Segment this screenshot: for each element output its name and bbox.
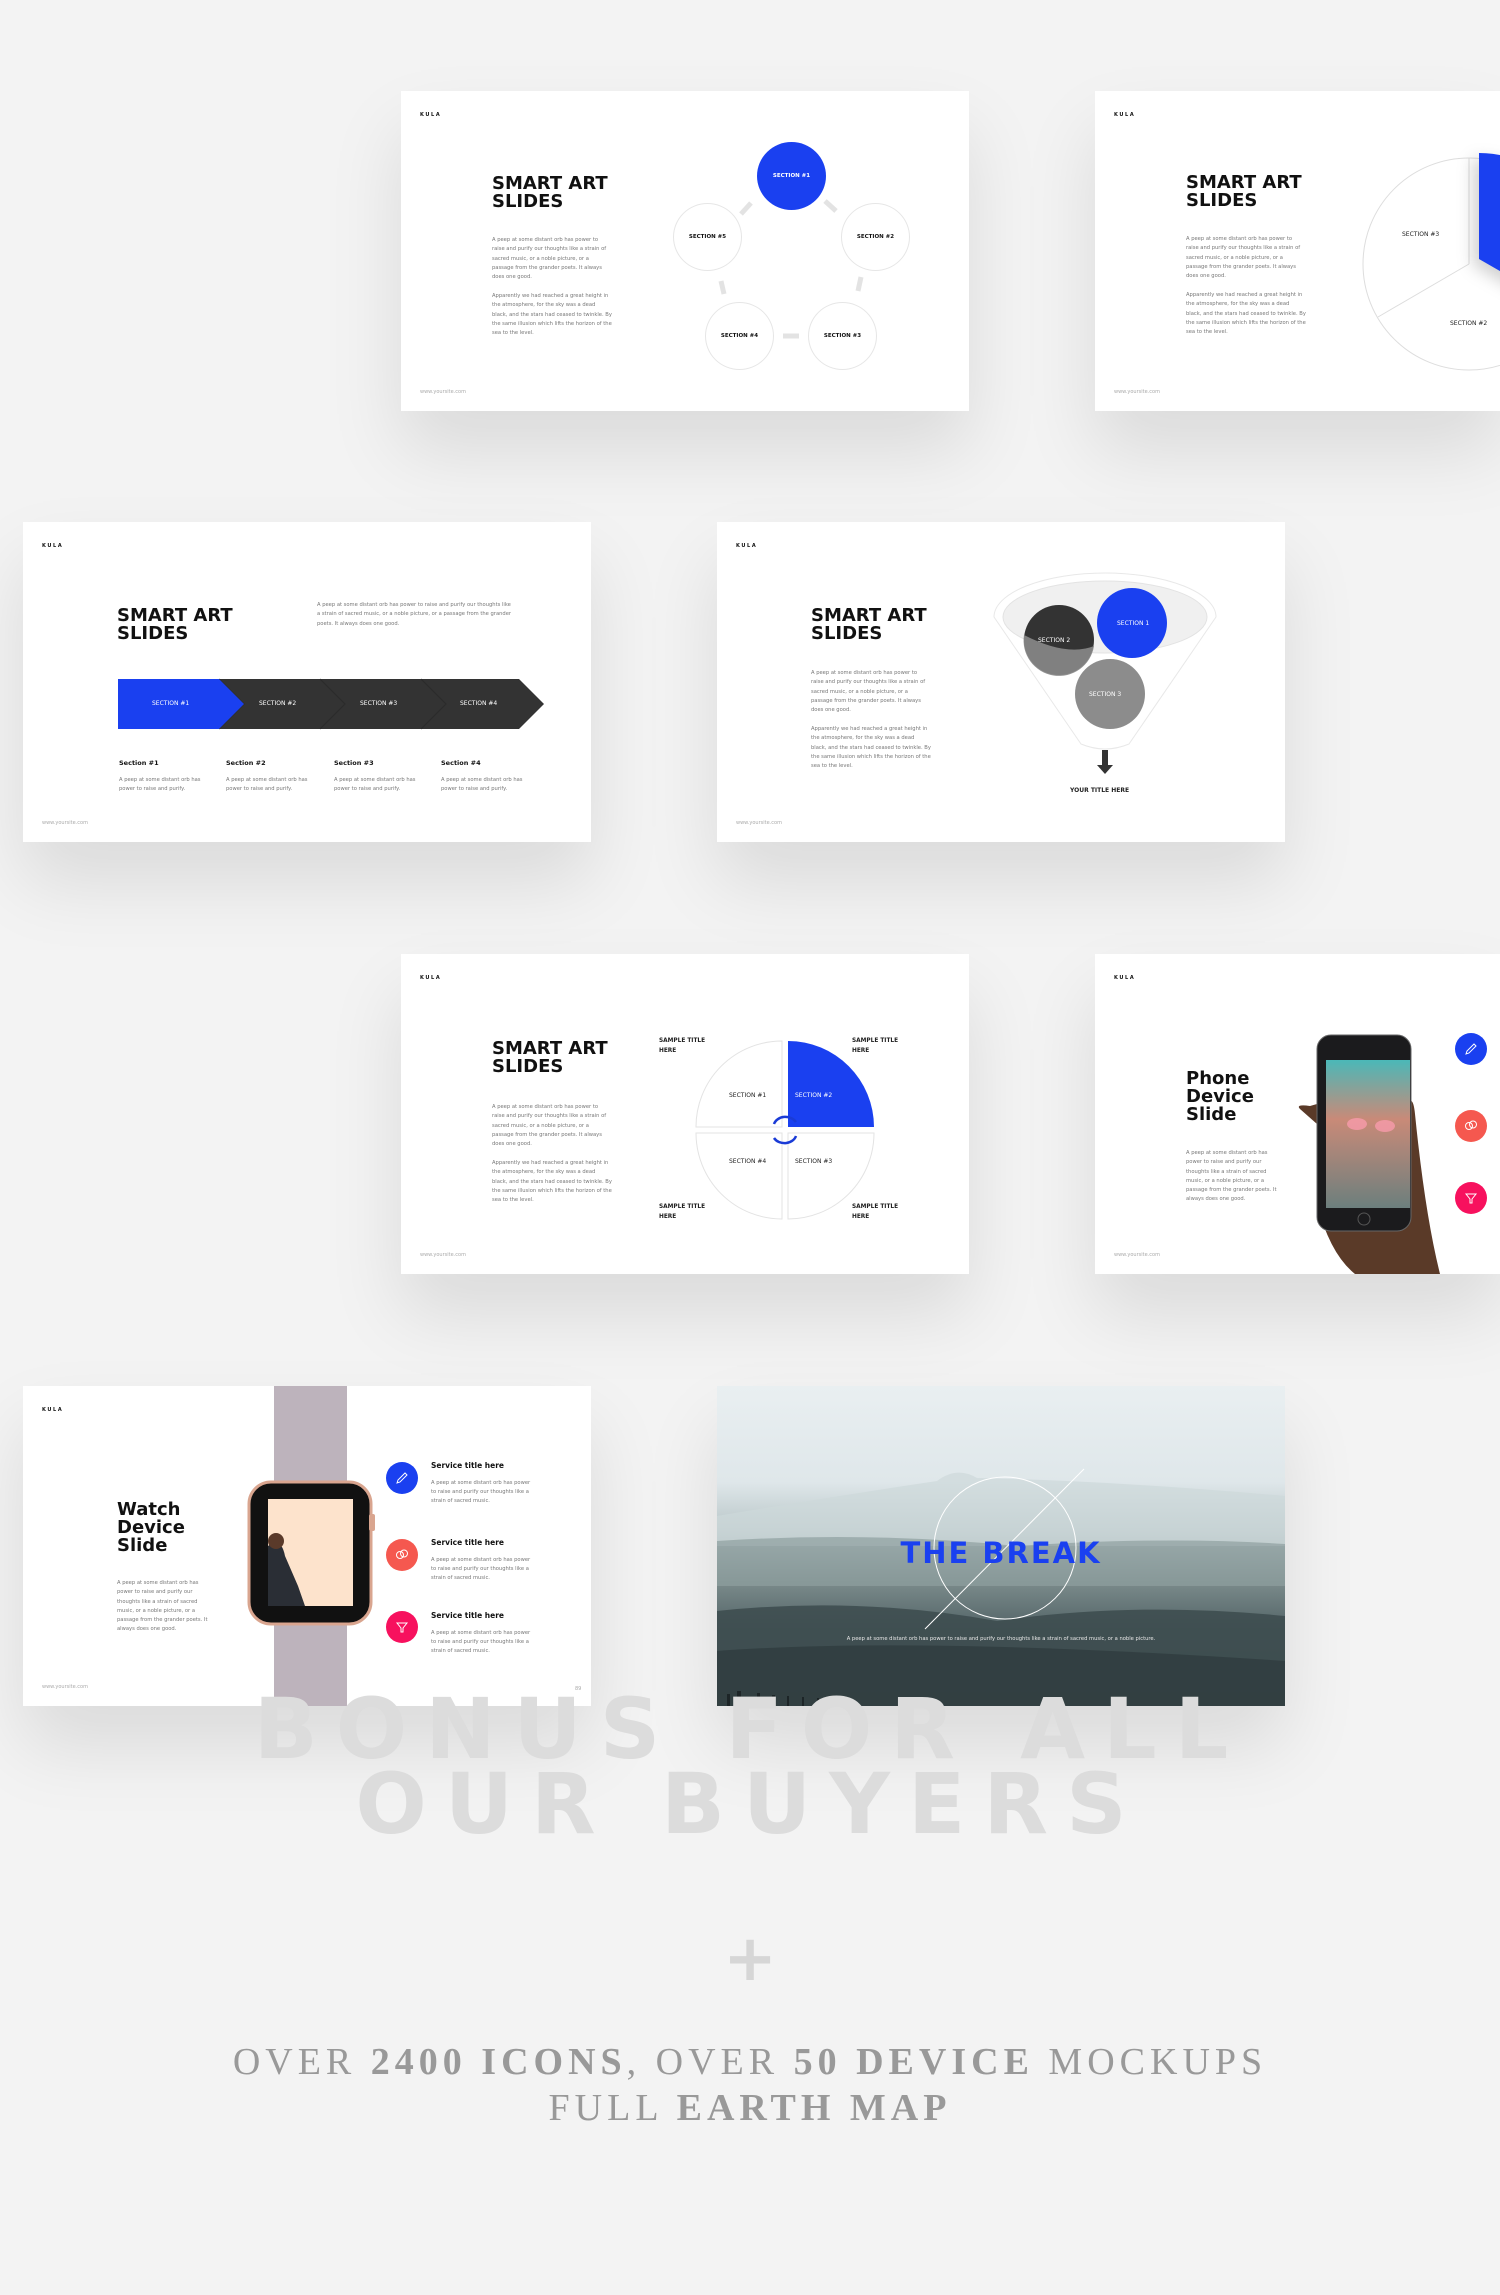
slide-phone[interactable]: KULA Phone Device Slide A peep at some d…: [1095, 954, 1500, 1274]
site-url: www.yoursite.com: [420, 1252, 466, 1258]
section-desc: A peep at some distant orb has power to …: [441, 777, 523, 793]
slide-break[interactable]: THE BREAK A peep at some distant orb has…: [717, 1386, 1285, 1706]
chevron-step-2[interactable]: SECTION #2: [259, 700, 296, 707]
section-desc: A peep at some distant orb has power to …: [119, 777, 201, 793]
quadrant-diagram: [695, 1040, 875, 1220]
plus-icon: +: [723, 1922, 777, 1996]
quadrant-label-4: SECTION #4: [729, 1158, 767, 1165]
funnel-label-2: SECTION 2: [1038, 637, 1071, 644]
watch-mockup: [247, 1386, 375, 1706]
arrow-icon: [718, 280, 727, 295]
funnel-label-3: SECTION 3: [1089, 691, 1122, 698]
chevron-step-3[interactable]: SECTION #3: [360, 700, 397, 707]
cycle-section-3[interactable]: SECTION #3: [808, 302, 877, 370]
arrow-icon: [855, 276, 864, 292]
quadrant-label-1: SECTION #1: [729, 1092, 767, 1099]
service-title: Service title here: [431, 1461, 505, 1470]
break-title: THE BREAK: [900, 1536, 1102, 1570]
quadrant-label-2: SECTION #2: [795, 1092, 833, 1099]
site-url: www.yoursite.com: [420, 389, 466, 395]
slide-pie[interactable]: KULA SMART ART SLIDES A peep at some dis…: [1095, 91, 1500, 411]
sample-title: SAMPLE TITLE HERE: [852, 1038, 899, 1054]
funnel-icon[interactable]: [1455, 1182, 1487, 1214]
funnel-diagram: [993, 572, 1217, 774]
features-line2: FULL EARTH MAP: [0, 2086, 1500, 2130]
funnel-output-title: YOUR TITLE HERE: [1070, 787, 1130, 794]
service-desc: A peep at some distant orb has power to …: [431, 1557, 531, 1581]
sample-title: SAMPLE TITLE HERE: [659, 1204, 706, 1220]
chevron-step-4[interactable]: SECTION #4: [460, 700, 497, 707]
slide-chevron[interactable]: KULA SMART ART SLIDES A peep at some dis…: [23, 522, 591, 842]
site-url: www.yoursite.com: [42, 820, 88, 826]
features-highlight: 2400 ICONS: [370, 2041, 627, 2083]
funnel-label-1: SECTION 1: [1117, 620, 1150, 627]
service-desc: A peep at some distant orb has power to …: [431, 1630, 531, 1654]
features-line1: OVER 2400 ICONS, OVER 50 DEVICE MOCKUPS: [0, 2040, 1500, 2084]
section-desc: A peep at some distant orb has power to …: [226, 777, 308, 793]
service-title: Service title here: [431, 1538, 505, 1547]
site-url: www.yoursite.com: [1114, 389, 1160, 395]
features-text: , OVER: [626, 2041, 794, 2083]
bonus-heading-line2: OUR BUYERS: [355, 1755, 1145, 1853]
chat-icon[interactable]: [1455, 1110, 1487, 1142]
service-title: Service title here: [431, 1611, 505, 1620]
pencil-icon[interactable]: [1455, 1033, 1487, 1065]
sample-title: SAMPLE TITLE HERE: [659, 1038, 706, 1054]
phone-screen-photo: [1326, 1060, 1410, 1208]
arrow-icon: [823, 199, 838, 213]
features-text: FULL: [548, 2087, 677, 2129]
slide-funnel[interactable]: KULA SMART ART SLIDES A peep at some dis…: [717, 522, 1285, 842]
watch-crown: [369, 1514, 375, 1531]
pie-label: SECTION #3: [1402, 231, 1440, 238]
features-text: MOCKUPS: [1033, 2041, 1268, 2083]
chevron-step-1[interactable]: SECTION #1: [152, 700, 189, 707]
pencil-icon[interactable]: [386, 1462, 418, 1494]
chat-icon[interactable]: [386, 1539, 418, 1571]
features-text: OVER: [232, 2041, 371, 2083]
slide-watch[interactable]: KULA Watch Device Slide A peep at some d…: [23, 1386, 591, 1706]
arrow-icon: [739, 201, 753, 216]
section-title: Section #4: [441, 759, 481, 767]
funnel-icon[interactable]: [386, 1611, 418, 1643]
phone-mockup: [1298, 1034, 1440, 1274]
features-highlight: EARTH MAP: [676, 2087, 952, 2129]
slide-cycle[interactable]: KULA SMART ART SLIDES A peep at some dis…: [401, 91, 969, 411]
section-title: Section #3: [334, 759, 374, 767]
slide-quadrant[interactable]: KULA SMART ART SLIDES A peep at some dis…: [401, 954, 969, 1274]
quadrant-4: [695, 1132, 783, 1220]
sample-title: SAMPLE TITLE HERE: [852, 1204, 899, 1220]
cycle-section-5[interactable]: SECTION #5: [673, 203, 742, 271]
break-caption: A peep at some distant orb has power to …: [846, 1636, 1156, 1642]
pie-diagram: [1362, 152, 1500, 371]
cycle-section-2[interactable]: SECTION #2: [841, 203, 910, 271]
pie-label: SECTION #2: [1450, 320, 1488, 327]
cycle-section-1[interactable]: SECTION #1: [757, 142, 826, 210]
site-url: www.yoursite.com: [736, 820, 782, 826]
quadrant-label-3: SECTION #3: [795, 1158, 833, 1165]
section-desc: A peep at some distant orb has power to …: [334, 777, 416, 793]
section-title: Section #2: [226, 759, 266, 767]
arrow-down-icon: [1102, 750, 1108, 766]
quadrant-1: [695, 1040, 783, 1128]
cycle-section-4[interactable]: SECTION #4: [705, 302, 774, 370]
site-url: www.yoursite.com: [1114, 1252, 1160, 1258]
section-title: Section #1: [119, 759, 159, 767]
service-desc: A peep at some distant orb has power to …: [431, 1480, 531, 1504]
features-highlight: 50 DEVICE: [793, 2041, 1034, 2083]
